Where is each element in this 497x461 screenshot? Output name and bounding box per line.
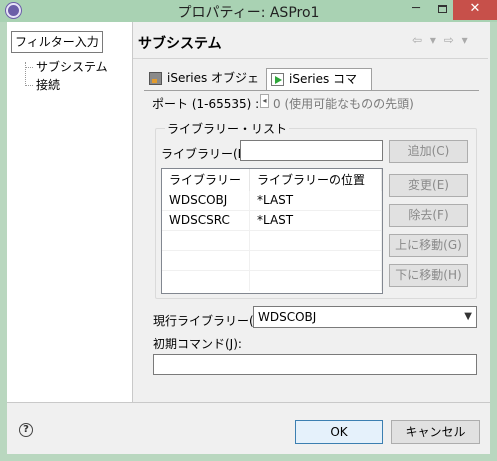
table-row-empty <box>162 251 382 271</box>
dialog-client: フィルター入力 サブシステム 接続 サブシステム ⇦ ▾ ⇨ ▾ iSeries… <box>7 22 490 454</box>
initial-command-input[interactable] <box>153 354 477 375</box>
table-cell <box>162 231 250 251</box>
cancel-button[interactable]: キャンセル <box>391 420 480 444</box>
minimize-button[interactable]: ─ <box>403 0 429 20</box>
port-value: 0 (使用可能なものの先頭) <box>273 97 414 111</box>
command-run-icon <box>271 73 284 86</box>
table-cell <box>162 251 250 271</box>
initial-command-label: 初期コマンド(J): <box>153 337 242 351</box>
tree-line <box>25 85 33 86</box>
current-library-select[interactable]: WDSCOBJ ▼ <box>253 306 477 328</box>
table-cell: WDSCOBJ <box>162 191 250 211</box>
close-button[interactable]: ✕ <box>453 0 497 20</box>
move-down-button[interactable]: 下に移動(H) <box>389 264 468 287</box>
current-library-label: 現行ライブラリー(I): <box>153 314 266 328</box>
current-library-value: WDSCOBJ <box>258 310 317 324</box>
ok-button[interactable]: OK <box>295 420 383 444</box>
table-cell: *LAST <box>250 191 382 211</box>
add-button[interactable]: 追加(C) <box>389 140 468 163</box>
table-cell: *LAST <box>250 211 382 231</box>
column-header-library[interactable]: ライブラリー <box>162 169 250 191</box>
footer-divider <box>7 402 490 403</box>
back-forward-arrows[interactable]: ⇦ ▾ ⇨ ▾ <box>412 33 470 47</box>
remove-button[interactable]: 除去(F) <box>389 204 468 227</box>
title-bar: プロパティー: ASPro1 ─ ✕ <box>0 0 497 22</box>
objects-icon <box>149 72 162 85</box>
table-cell <box>250 231 382 251</box>
table-cell <box>250 271 382 291</box>
move-up-button[interactable]: 上に移動(G) <box>389 234 468 257</box>
maximize-button[interactable] <box>429 0 455 20</box>
help-icon[interactable]: ? <box>19 423 33 437</box>
filter-input[interactable]: フィルター入力 <box>11 31 103 53</box>
table-row[interactable]: WDSCSRC *LAST <box>162 211 382 231</box>
chevron-down-icon: ▼ <box>464 311 472 322</box>
table-row[interactable]: WDSCOBJ *LAST <box>162 191 382 211</box>
tab-iseries-objects[interactable]: iSeries オブジェクト <box>145 68 264 105</box>
column-header-library-position[interactable]: ライブラリーの位置 <box>250 169 382 191</box>
tree-line <box>25 62 26 86</box>
tree-item-subsystem[interactable]: サブシステム <box>34 59 110 75</box>
maximize-icon <box>437 5 447 13</box>
tab-iseries-commands[interactable]: iSeries コマンド <box>266 68 372 106</box>
tree-line <box>25 67 33 68</box>
library-input[interactable] <box>240 140 383 161</box>
header-divider <box>133 58 488 59</box>
tree-item-connection[interactable]: 接続 <box>34 77 62 93</box>
properties-window: プロパティー: ASPro1 ─ ✕ フィルター入力 サブシステム 接続 サブシ… <box>0 0 497 461</box>
port-spinner[interactable]: ◂ <box>260 94 269 108</box>
table-row-empty <box>162 231 382 251</box>
port-label: ポート (1-65535) : <box>152 97 260 111</box>
table-cell <box>162 271 250 291</box>
library-table: ライブラリー ライブラリーの位置 WDSCOBJ *LAST WDSCSRC *… <box>161 168 383 294</box>
property-tree: フィルター入力 サブシステム 接続 <box>7 22 133 402</box>
page-title: サブシステム <box>138 36 222 52</box>
table-row-empty <box>162 271 382 291</box>
table-cell <box>250 251 382 271</box>
edit-button[interactable]: 変更(E) <box>389 174 468 197</box>
library-list-group-label: ライブラリー・リスト <box>165 120 290 137</box>
table-cell: WDSCSRC <box>162 211 250 231</box>
